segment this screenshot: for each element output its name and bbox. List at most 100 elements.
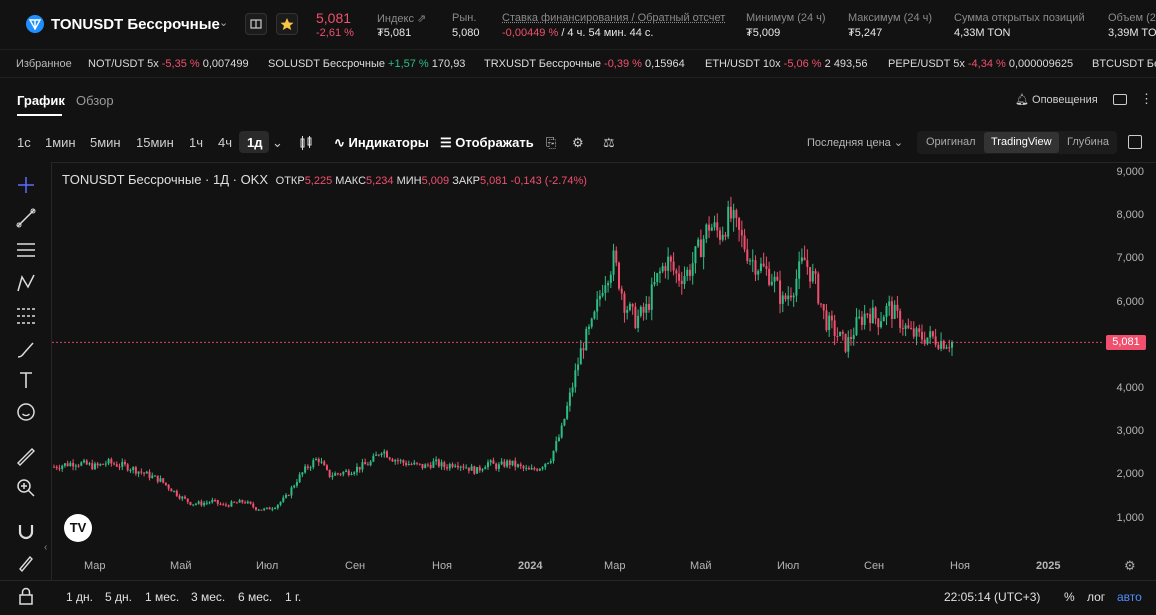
trendline-icon[interactable] (14, 206, 38, 230)
pattern-icon[interactable] (14, 271, 38, 295)
candle-body (547, 462, 550, 464)
view-depth[interactable]: Глубина (1060, 132, 1116, 153)
candle-body (426, 464, 429, 466)
external-link-icon[interactable]: ⇗ (417, 13, 426, 25)
candle-body (153, 475, 156, 477)
candle-body (874, 307, 877, 319)
fav-item[interactable]: PEPE/USDT 5x -4,34 % 0,000009625 (888, 58, 1073, 70)
fullscreen-icon[interactable] (1128, 135, 1142, 149)
candle-body (623, 293, 626, 313)
tab-overview[interactable]: Обзор (76, 93, 114, 108)
candle-body (762, 263, 765, 267)
candle-type-icon[interactable] (298, 135, 314, 154)
range-6m[interactable]: 6 мес. (238, 590, 272, 604)
tab-chart[interactable]: График (17, 93, 65, 108)
candle-body (527, 467, 530, 470)
interval-4h[interactable]: 4ч (218, 135, 232, 150)
zoom-icon[interactable] (14, 476, 38, 500)
chevron-down-icon[interactable]: ⌄ (219, 16, 228, 29)
candle-body (612, 250, 615, 275)
horizontal-lines-icon[interactable] (14, 238, 38, 262)
candle-body (287, 495, 290, 497)
price-axis[interactable]: 9,0008,0007,0006,0005,0004,0003,0002,000… (1104, 162, 1156, 555)
candle-body (587, 326, 590, 329)
candles-svg (52, 196, 1104, 512)
layout-icon[interactable] (1113, 94, 1127, 105)
candle-body (620, 288, 623, 294)
candle-body (132, 467, 135, 470)
candle-body (227, 505, 230, 507)
candle-body (276, 504, 279, 509)
candle-body (495, 463, 498, 469)
candle-body (819, 303, 822, 305)
auto-toggle[interactable]: авто (1117, 590, 1142, 604)
fav-item[interactable]: TRXUSDT Бессрочные -0,39 % 0,15964 (484, 58, 685, 70)
scale-icon[interactable]: ⚖ (603, 135, 615, 151)
collapse-toolbar-icon[interactable]: ‹ (44, 542, 47, 553)
funding-label[interactable]: Ставка финансирования / Обратный отсчет (502, 12, 725, 24)
interval-1s[interactable]: 1с (17, 135, 31, 150)
candle-body (331, 475, 334, 477)
interval-1h[interactable]: 1ч (189, 135, 203, 150)
range-3m[interactable]: 3 мес. (191, 590, 225, 604)
view-original[interactable]: Оригинал (919, 132, 983, 153)
text-icon[interactable] (14, 368, 38, 392)
candle-body (186, 498, 189, 502)
candle-body (249, 501, 252, 504)
candle-body (454, 465, 457, 467)
ruler-icon[interactable] (14, 445, 38, 469)
magnet-icon[interactable] (14, 519, 38, 543)
replay-icon[interactable]: ⎘ (546, 135, 556, 151)
fib-icon[interactable] (14, 304, 38, 328)
candle-body (181, 496, 184, 499)
candle-body (814, 271, 817, 274)
fav-item[interactable]: BTCUSDT Бес (1092, 58, 1156, 70)
candle-body (822, 304, 825, 311)
interval-1d[interactable]: 1д (247, 135, 262, 150)
display-button[interactable]: ☰ Отображать (440, 135, 534, 151)
candle-body (825, 310, 828, 331)
star-icon[interactable] (276, 13, 298, 35)
range-1m[interactable]: 1 мес. (145, 590, 179, 604)
candle-body (806, 260, 809, 267)
candle-body (893, 304, 896, 319)
percent-toggle[interactable]: % (1064, 590, 1075, 604)
fav-item[interactable]: SOLUSDT Бессрочные +1,57 % 170,93 (268, 58, 465, 70)
candle-body (137, 471, 140, 474)
gear-icon[interactable]: ⚙ (572, 135, 584, 151)
range-5d[interactable]: 5 дн. (105, 590, 132, 604)
emoji-icon[interactable] (14, 400, 38, 424)
more-icon[interactable]: ⋮ (1140, 91, 1153, 107)
axis-settings-icon[interactable]: ⚙ (1124, 558, 1136, 574)
range-1y[interactable]: 1 г. (285, 590, 301, 604)
book-icon[interactable] (245, 13, 267, 35)
alerts-button[interactable]: 🔔︎ Оповещения (1015, 93, 1098, 106)
price-type-select[interactable]: Последняя цена ⌄ (807, 136, 903, 149)
candle-body (211, 499, 214, 503)
fav-item[interactable]: NOT/USDT 5x -5,35 % 0,007499 (88, 58, 249, 70)
log-toggle[interactable]: лог (1087, 590, 1105, 604)
interval-5min[interactable]: 5мин (90, 135, 121, 150)
candle-body (896, 304, 899, 311)
fav-item[interactable]: ETH/USDT 10x -5,06 % 2 493,56 (705, 58, 867, 70)
candle-body (121, 461, 124, 467)
interval-15min[interactable]: 15мин (136, 135, 174, 150)
price-chart[interactable]: TONUSDT Бессрочные · 1Д · OKX ОТКР5,225 … (52, 162, 1104, 555)
interval-1min[interactable]: 1мин (45, 135, 76, 150)
range-1d[interactable]: 1 дн. (66, 590, 93, 604)
view-tradingview[interactable]: TradingView (984, 132, 1059, 153)
candle-body (61, 465, 64, 469)
candle-body (355, 466, 358, 473)
crosshair-icon[interactable] (14, 173, 38, 197)
candle-body (579, 348, 582, 365)
pair-title[interactable]: TONUSDT Бессрочные (51, 16, 220, 33)
tradingview-logo[interactable]: TV (64, 514, 92, 542)
indicators-button[interactable]: ∿ Индикаторы (334, 135, 429, 151)
brush-icon[interactable] (14, 337, 38, 361)
candle-body (315, 458, 318, 461)
candle-body (473, 466, 476, 474)
candle-body (435, 459, 438, 462)
chevron-down-icon[interactable]: ⌄ (272, 135, 283, 151)
candle-body (642, 306, 645, 313)
pencil-lock-icon[interactable] (14, 551, 38, 575)
